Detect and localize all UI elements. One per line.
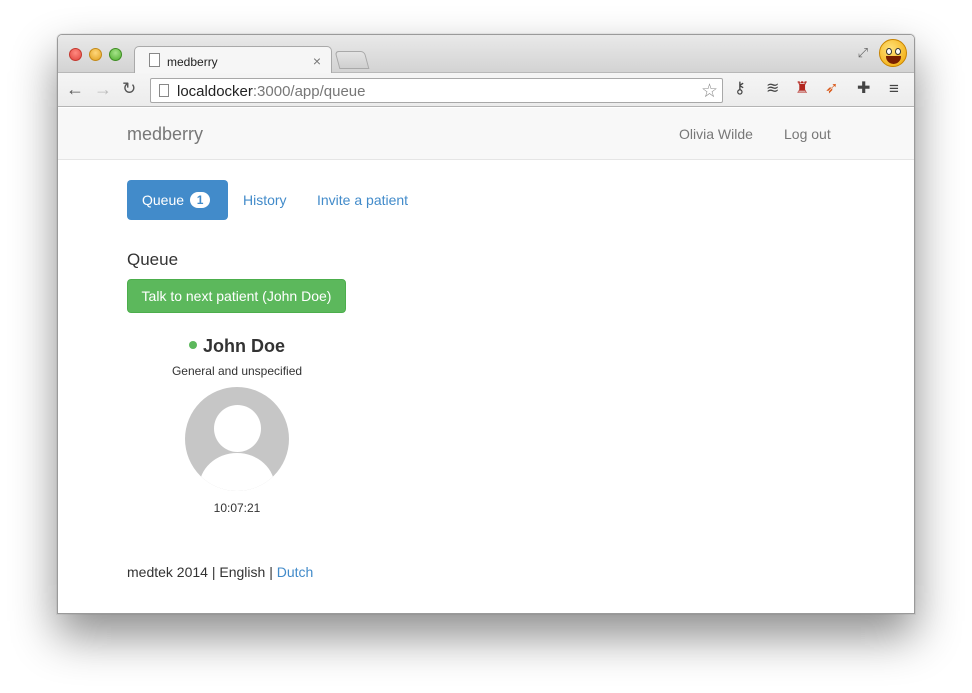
- address-bar[interactable]: localdocker:3000/app/queue ☆: [150, 78, 723, 103]
- footer-company: medtek 2014: [127, 564, 208, 580]
- forward-icon[interactable]: →: [94, 80, 112, 98]
- zoom-window-button[interactable]: [109, 48, 122, 61]
- close-tab-icon[interactable]: ×: [313, 53, 321, 69]
- patient-wait-time: 10:07:21: [213, 501, 261, 515]
- back-icon[interactable]: ←: [66, 80, 84, 98]
- key-icon[interactable]: ⚷: [734, 80, 746, 98]
- bookmark-star-icon[interactable]: ☆: [701, 80, 718, 103]
- tab-queue-label: Queue: [142, 192, 185, 208]
- footer-separator: |: [269, 564, 273, 580]
- tab-title: medberry: [167, 55, 218, 69]
- sofa-icon[interactable]: ♜: [795, 80, 809, 98]
- footer: medtek 2014 | English | Dutch: [127, 564, 313, 580]
- page-content: medberry Olivia Wilde Log out Queue 1 His…: [58, 108, 914, 613]
- language-dutch-link[interactable]: Dutch: [277, 564, 314, 580]
- browser-window: medberry × ⤢ ← → ↻ localdocker:3000/app/…: [57, 34, 915, 614]
- tab-history[interactable]: History: [243, 180, 287, 220]
- talk-to-next-patient-button[interactable]: Talk to next patient (John Doe): [127, 279, 346, 313]
- patient-name: John Doe: [127, 336, 347, 357]
- profile-avatar-icon[interactable]: [879, 39, 907, 67]
- online-status-dot: [188, 341, 197, 349]
- patient-category: General and unspecified: [171, 364, 303, 378]
- tab-strip: medberry × ⤢: [58, 35, 914, 74]
- tab-queue[interactable]: Queue 1: [127, 180, 228, 220]
- brand-logo[interactable]: medberry: [127, 124, 203, 145]
- url-text[interactable]: localdocker:3000/app/queue: [177, 83, 366, 100]
- close-window-button[interactable]: [69, 48, 82, 61]
- user-name-link[interactable]: Olivia Wilde: [679, 126, 753, 142]
- browser-tab[interactable]: medberry ×: [134, 46, 332, 74]
- page-icon: [159, 84, 169, 97]
- page-icon: [149, 53, 160, 67]
- queue-heading: Queue: [127, 250, 179, 269]
- queue-count-badge: 1: [190, 192, 211, 208]
- language-english: English: [219, 564, 266, 580]
- rocket-icon[interactable]: ➶: [825, 80, 838, 98]
- new-tab-button[interactable]: [334, 51, 370, 69]
- fullscreen-icon[interactable]: ⤢: [858, 45, 868, 61]
- reload-icon[interactable]: ↻: [122, 80, 136, 98]
- menu-icon[interactable]: ≡: [889, 80, 899, 98]
- footer-separator: |: [211, 564, 216, 580]
- layers-icon[interactable]: ≋: [766, 80, 779, 98]
- app-navbar: medberry Olivia Wilde Log out: [58, 108, 914, 160]
- logout-link[interactable]: Log out: [784, 126, 831, 142]
- browser-toolbar: ← → ↻ localdocker:3000/app/queue ☆ ⚷ ≋ ♜…: [58, 73, 914, 107]
- patient-card[interactable]: John Doe General and unspecified 10:07:2…: [127, 336, 347, 515]
- minimize-window-button[interactable]: [89, 48, 102, 61]
- puzzle-icon[interactable]: ✚: [857, 80, 870, 98]
- patient-avatar: [185, 387, 289, 491]
- tab-invite-patient[interactable]: Invite a patient: [317, 180, 408, 220]
